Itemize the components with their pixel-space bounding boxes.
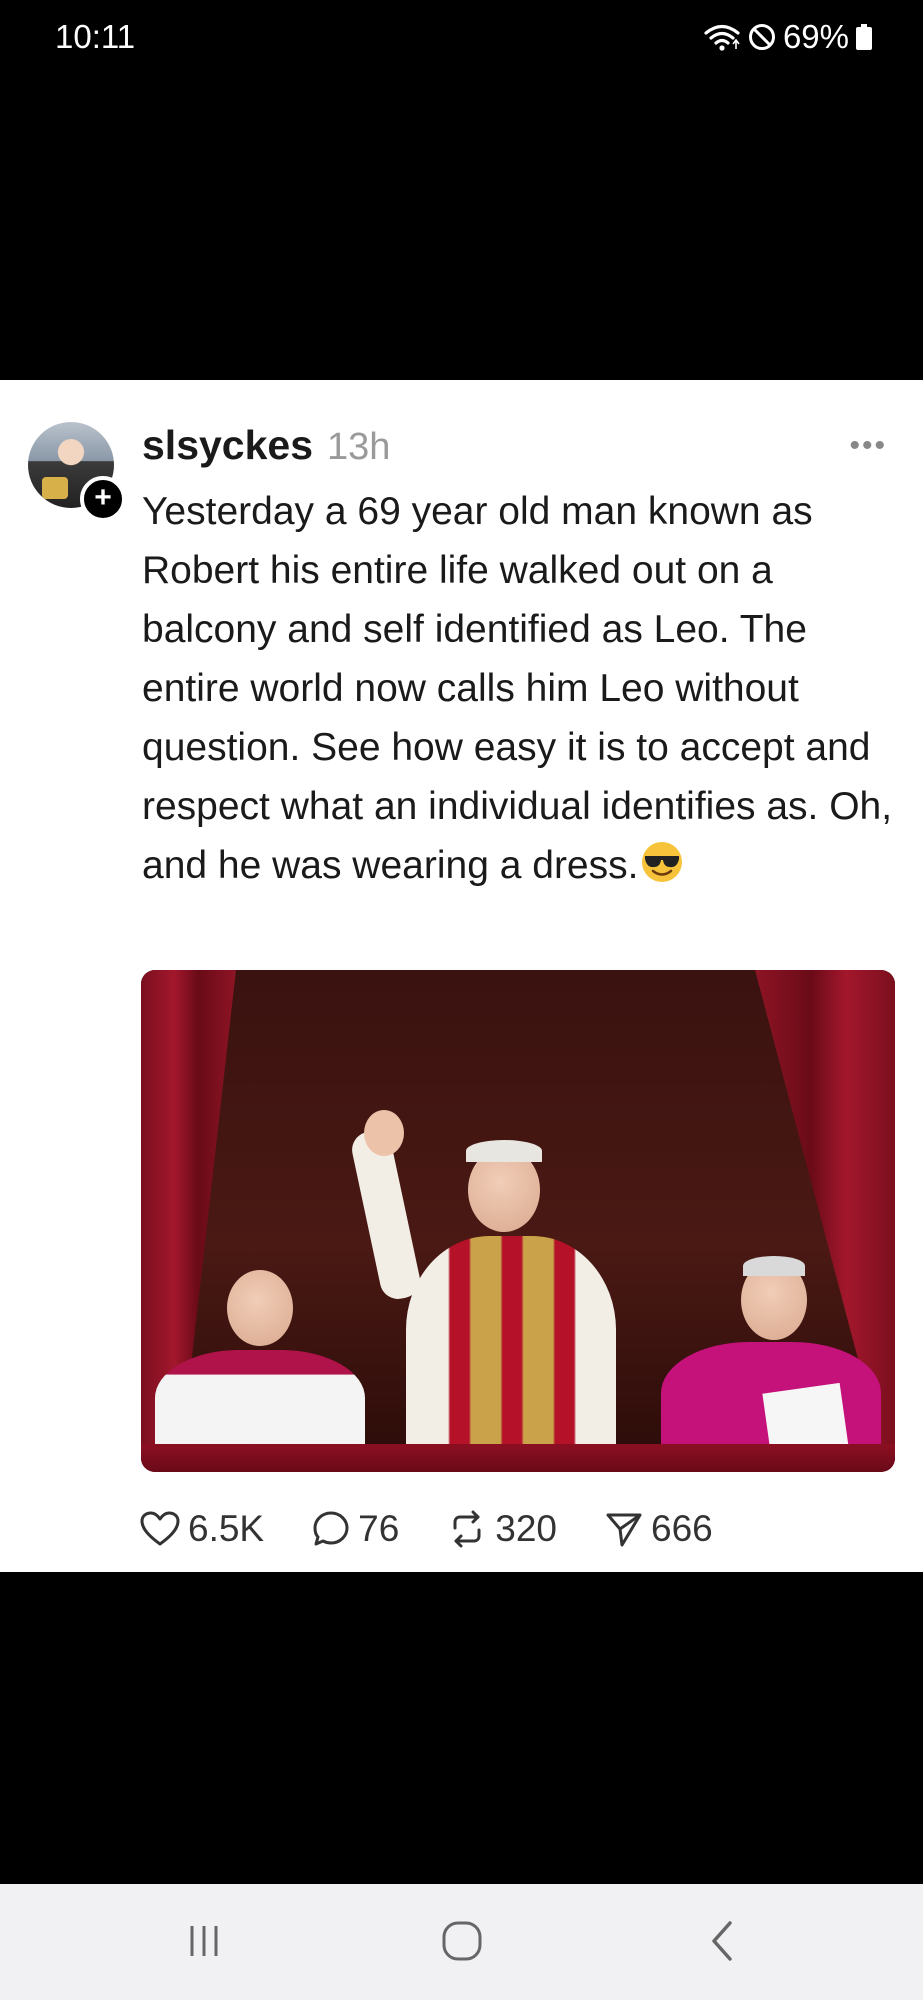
balcony-rail [141, 1444, 895, 1472]
comment-icon [312, 1510, 350, 1548]
post-actions: 6.5K 76 320 666 [140, 1508, 713, 1550]
figure-right [661, 1256, 881, 1470]
follow-button[interactable]: + [80, 476, 126, 522]
back-button[interactable] [692, 1918, 752, 1968]
repost-button[interactable]: 320 [447, 1508, 557, 1550]
more-options-button[interactable]: ••• [849, 431, 887, 461]
avatar-detail [42, 477, 68, 499]
send-icon [605, 1510, 643, 1548]
comment-count: 76 [358, 1508, 400, 1549]
heart-icon [140, 1511, 180, 1547]
share-count: 666 [651, 1508, 713, 1549]
post-card[interactable]: + slsyckes 13h ••• Yesterday a 69 year o… [0, 380, 923, 1572]
home-icon [440, 1919, 484, 1968]
do-not-disturb-icon [747, 22, 777, 52]
username[interactable]: slsyckes [142, 422, 313, 469]
like-button[interactable]: 6.5K [140, 1508, 264, 1550]
post-body: Yesterday a 69 year old man known as Rob… [142, 490, 893, 887]
like-count: 6.5K [188, 1508, 265, 1549]
phone-screen: 10:11 69% + slsyckes 13h ••• Yesterday a… [0, 0, 923, 2000]
figure-left [155, 1270, 365, 1470]
comment-button[interactable]: 76 [312, 1508, 399, 1550]
sunglasses-emoji-icon [640, 840, 684, 901]
repost-count: 320 [495, 1508, 558, 1549]
post-text: Yesterday a 69 year old man known as Rob… [142, 482, 902, 901]
repost-icon [447, 1510, 487, 1548]
home-button[interactable] [432, 1918, 492, 1968]
recent-apps-button[interactable] [174, 1918, 234, 1968]
battery-icon [855, 22, 873, 52]
navigation-bar [0, 1884, 923, 2000]
post-header: slsyckes 13h [142, 422, 390, 469]
wifi-icon [703, 22, 741, 52]
status-bar: 10:11 69% [0, 0, 923, 80]
battery-percent: 69% [782, 18, 849, 55]
back-icon [702, 1919, 742, 1968]
figure-center [348, 1110, 656, 1470]
post-timestamp: 13h [327, 426, 391, 468]
share-button[interactable]: 666 [605, 1508, 713, 1550]
status-icons: 69% [703, 18, 873, 56]
status-time: 10:11 [55, 18, 136, 55]
post-image[interactable] [141, 970, 895, 1472]
recent-apps-icon [184, 1921, 224, 1966]
